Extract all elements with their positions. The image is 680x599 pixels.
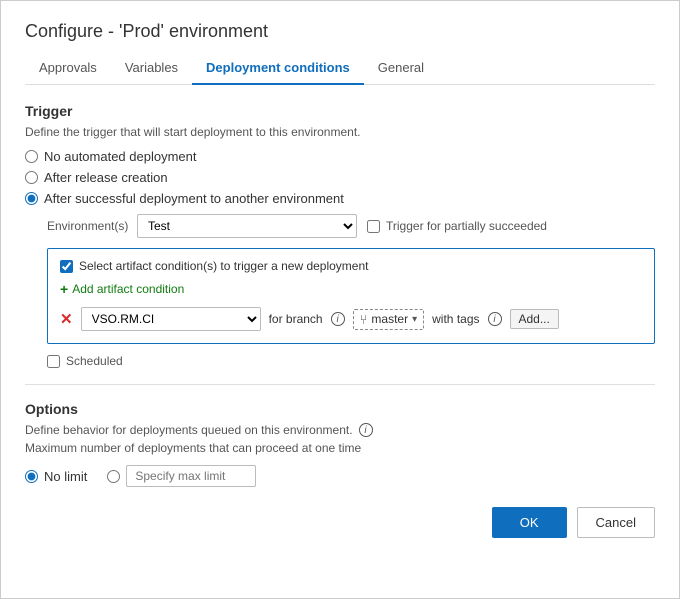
trigger-after-deploy[interactable]: After successful deployment to another e… (25, 191, 655, 206)
artifact-condition-row: ✕ VSO.RM.CI for branch i ⑂ master ▾ with… (60, 307, 642, 331)
trigger-title: Trigger (25, 103, 655, 119)
ok-button[interactable]: OK (492, 507, 567, 538)
add-tag-btn[interactable]: Add... (510, 309, 559, 329)
trigger-no-auto-label: No automated deployment (44, 149, 196, 164)
artifact-box: Select artifact condition(s) to trigger … (47, 248, 655, 344)
tab-approvals[interactable]: Approvals (25, 54, 111, 85)
trigger-partial-checkbox[interactable] (367, 220, 380, 233)
env-label: Environment(s) (47, 219, 127, 233)
trigger-description: Define the trigger that will start deplo… (25, 125, 655, 139)
trigger-after-release-radio[interactable] (25, 171, 38, 184)
cancel-button[interactable]: Cancel (577, 507, 655, 538)
env-select[interactable]: Test (137, 214, 357, 238)
trigger-partial-text: Trigger for partially succeeded (386, 219, 547, 233)
trigger-radio-group: No automated deployment After release cr… (25, 149, 655, 206)
specify-limit-option[interactable] (107, 465, 256, 487)
branch-icon: ⑂ (360, 312, 368, 327)
trigger-after-release-label: After release creation (44, 170, 168, 185)
footer-buttons: OK Cancel (25, 507, 655, 538)
no-limit-option[interactable]: No limit (25, 469, 87, 484)
branch-value: master (371, 312, 408, 326)
options-desc-text: Define behavior for deployments queued o… (25, 423, 353, 437)
chevron-down-icon: ▾ (412, 314, 417, 325)
options-info-icon[interactable]: i (359, 423, 373, 437)
artifact-header: Select artifact condition(s) to trigger … (60, 259, 642, 273)
specify-limit-input[interactable] (126, 465, 256, 487)
artifact-condition-checkbox[interactable] (60, 260, 73, 273)
scheduled-row[interactable]: Scheduled (47, 354, 655, 368)
divider (25, 384, 655, 385)
trigger-no-auto[interactable]: No automated deployment (25, 149, 655, 164)
trigger-no-auto-radio[interactable] (25, 150, 38, 163)
no-limit-radio[interactable] (25, 470, 38, 483)
env-row: Environment(s) Test Trigger for partiall… (47, 214, 655, 238)
specify-limit-radio[interactable] (107, 470, 120, 483)
for-branch-label: for branch (269, 312, 323, 326)
artifact-condition-label: Select artifact condition(s) to trigger … (79, 259, 368, 273)
options-max-label: Maximum number of deployments that can p… (25, 441, 655, 455)
branch-select-box[interactable]: ⑂ master ▾ (353, 309, 425, 330)
trigger-after-deploy-radio[interactable] (25, 192, 38, 205)
configure-dialog: Configure - 'Prod' environment Approvals… (0, 0, 680, 599)
plus-icon: + (60, 281, 68, 297)
tab-deployment-conditions[interactable]: Deployment conditions (192, 54, 364, 85)
scheduled-checkbox[interactable] (47, 355, 60, 368)
add-condition-label: Add artifact condition (72, 282, 184, 296)
trigger-partial-label[interactable]: Trigger for partially succeeded (367, 219, 547, 233)
scheduled-label: Scheduled (66, 354, 123, 368)
dialog-title: Configure - 'Prod' environment (25, 21, 655, 42)
tags-info-icon[interactable]: i (488, 312, 502, 326)
artifact-select[interactable]: VSO.RM.CI (81, 307, 261, 331)
trigger-after-deploy-label: After successful deployment to another e… (44, 191, 344, 206)
with-tags-label: with tags (432, 312, 479, 326)
remove-artifact-btn[interactable]: ✕ (60, 310, 73, 328)
trigger-after-release[interactable]: After release creation (25, 170, 655, 185)
no-limit-label: No limit (44, 469, 87, 484)
trigger-indent-block: Environment(s) Test Trigger for partiall… (47, 214, 655, 368)
options-description: Define behavior for deployments queued o… (25, 423, 655, 437)
add-condition-btn[interactable]: + Add artifact condition (60, 281, 642, 297)
branch-info-icon[interactable]: i (331, 312, 345, 326)
tab-bar: Approvals Variables Deployment condition… (25, 54, 655, 85)
tab-general[interactable]: General (364, 54, 438, 85)
limit-row: No limit (25, 465, 655, 487)
options-title: Options (25, 401, 655, 417)
tab-variables[interactable]: Variables (111, 54, 192, 85)
